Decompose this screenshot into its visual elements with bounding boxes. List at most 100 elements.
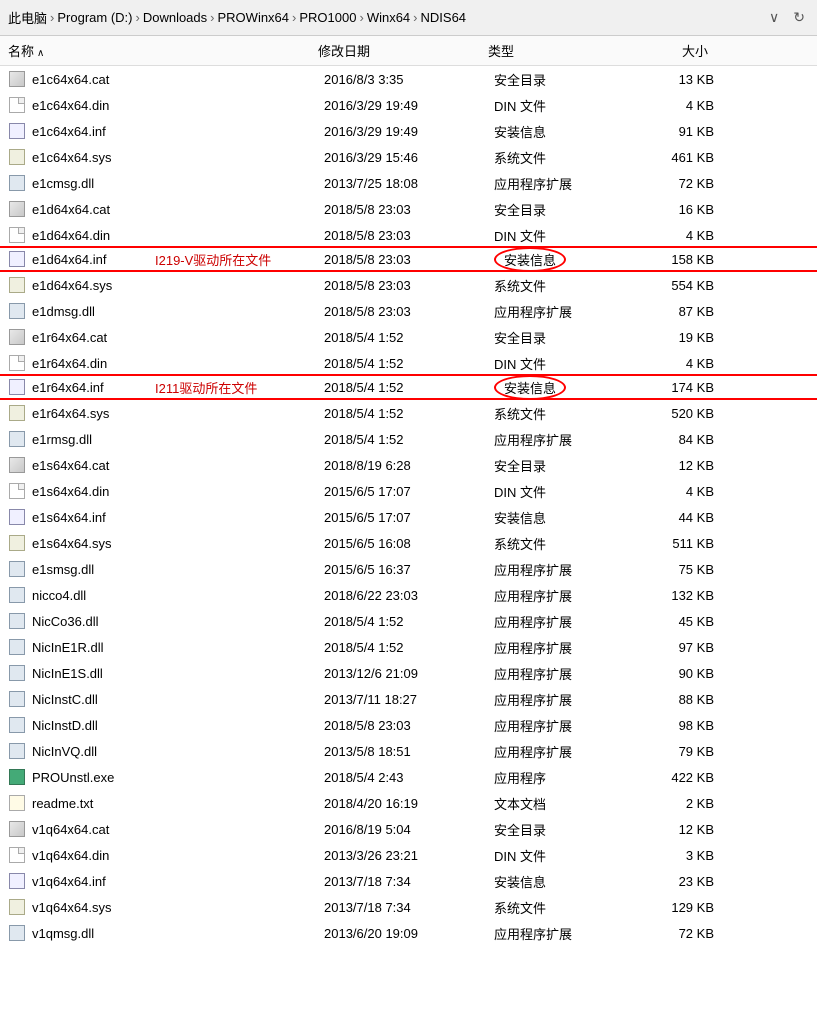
file-size: 174 KB bbox=[624, 380, 714, 395]
table-row[interactable]: e1d64x64.din2018/5/8 23:03DIN 文件4 KB bbox=[0, 222, 817, 248]
sep3: › bbox=[210, 10, 214, 25]
file-icon bbox=[8, 96, 26, 114]
refresh-button[interactable]: ↻ bbox=[789, 7, 809, 28]
file-size: 23 KB bbox=[624, 874, 714, 889]
file-type: 应用程序扩展 bbox=[494, 742, 624, 761]
file-date: 2013/5/8 18:51 bbox=[324, 744, 494, 759]
file-type: 应用程序 bbox=[494, 768, 624, 787]
table-row[interactable]: e1r64x64.cat2018/5/4 1:52安全目录19 KB bbox=[0, 324, 817, 350]
file-type: 安全目录 bbox=[494, 70, 624, 89]
file-date: 2018/5/4 1:52 bbox=[324, 330, 494, 345]
table-row[interactable]: v1q64x64.din2013/3/26 23:21DIN 文件3 KB bbox=[0, 842, 817, 868]
table-row[interactable]: e1c64x64.din2016/3/29 19:49DIN 文件4 KB bbox=[0, 92, 817, 118]
breadcrumb-ndis64[interactable]: NDIS64 bbox=[421, 10, 467, 25]
table-row[interactable]: e1d64x64.cat2018/5/8 23:03安全目录16 KB bbox=[0, 196, 817, 222]
file-size: 520 KB bbox=[624, 406, 714, 421]
file-icon bbox=[8, 664, 26, 682]
table-row[interactable]: v1q64x64.inf2013/7/18 7:34安装信息23 KB bbox=[0, 868, 817, 894]
table-row[interactable]: e1s64x64.sys2015/6/5 16:08系统文件511 KB bbox=[0, 530, 817, 556]
breadcrumb-drive[interactable]: Program (D:) bbox=[57, 10, 132, 25]
breadcrumb-downloads[interactable]: Downloads bbox=[143, 10, 207, 25]
file-icon bbox=[8, 872, 26, 890]
file-icon bbox=[8, 586, 26, 604]
file-name: v1q64x64.sys bbox=[32, 900, 324, 915]
table-row[interactable]: e1r64x64.sys2018/5/4 1:52系统文件520 KB bbox=[0, 400, 817, 426]
file-type: DIN 文件 bbox=[494, 354, 624, 373]
table-row[interactable]: PROUnstl.exe2018/5/4 2:43应用程序422 KB bbox=[0, 764, 817, 790]
file-name: e1r64x64.din bbox=[32, 356, 324, 371]
file-type: 文本文档 bbox=[494, 794, 624, 813]
file-icon bbox=[8, 482, 26, 500]
breadcrumb-winx64[interactable]: Winx64 bbox=[367, 10, 410, 25]
file-icon bbox=[8, 200, 26, 218]
file-date: 2018/5/4 1:52 bbox=[324, 432, 494, 447]
file-date: 2018/5/8 23:03 bbox=[324, 304, 494, 319]
file-type: 安装信息 bbox=[494, 122, 624, 141]
table-row[interactable]: e1smsg.dll2015/6/5 16:37应用程序扩展75 KB bbox=[0, 556, 817, 582]
table-row[interactable]: e1s64x64.din2015/6/5 17:07DIN 文件4 KB bbox=[0, 478, 817, 504]
col-header-size[interactable]: 大小 bbox=[618, 41, 708, 60]
file-name: readme.txt bbox=[32, 796, 324, 811]
file-size: 16 KB bbox=[624, 202, 714, 217]
file-date: 2018/5/4 1:52 bbox=[324, 614, 494, 629]
table-row[interactable]: e1dmsg.dll2018/5/8 23:03应用程序扩展87 KB bbox=[0, 298, 817, 324]
file-icon bbox=[8, 638, 26, 656]
col-header-name[interactable]: 名称∧ bbox=[8, 41, 318, 60]
file-type: DIN 文件 bbox=[494, 846, 624, 865]
table-row[interactable]: e1c64x64.cat2016/8/3 3:35安全目录13 KB bbox=[0, 66, 817, 92]
table-row[interactable]: v1q64x64.sys2013/7/18 7:34系统文件129 KB bbox=[0, 894, 817, 920]
file-type: 应用程序扩展 bbox=[494, 174, 624, 193]
file-date: 2018/5/4 1:52 bbox=[324, 356, 494, 371]
table-row[interactable]: e1c64x64.sys2016/3/29 15:46系统文件461 KB bbox=[0, 144, 817, 170]
table-row[interactable]: e1d64x64.sys2018/5/8 23:03系统文件554 KB bbox=[0, 272, 817, 298]
breadcrumb-pc[interactable]: 此电脑 bbox=[8, 8, 47, 27]
table-row[interactable]: e1s64x64.inf2015/6/5 17:07安装信息44 KB bbox=[0, 504, 817, 530]
table-row[interactable]: NicInVQ.dll2013/5/8 18:51应用程序扩展79 KB bbox=[0, 738, 817, 764]
file-name: e1d64x64.cat bbox=[32, 202, 324, 217]
col-header-type[interactable]: 类型 bbox=[488, 41, 618, 60]
table-row[interactable]: e1d64x64.inf2018/5/8 23:03安装信息158 KBI219… bbox=[0, 246, 817, 272]
table-row[interactable]: e1r64x64.din2018/5/4 1:52DIN 文件4 KB bbox=[0, 350, 817, 376]
file-name: NicCo36.dll bbox=[32, 614, 324, 629]
table-row[interactable]: e1s64x64.cat2018/8/19 6:28安全目录12 KB bbox=[0, 452, 817, 478]
table-row[interactable]: e1rmsg.dll2018/5/4 1:52应用程序扩展84 KB bbox=[0, 426, 817, 452]
file-list-container: e1c64x64.cat2016/8/3 3:35安全目录13 KBe1c64x… bbox=[0, 66, 817, 946]
table-row[interactable]: NicInstD.dll2018/5/8 23:03应用程序扩展98 KB bbox=[0, 712, 817, 738]
file-date: 2015/6/5 16:08 bbox=[324, 536, 494, 551]
file-date: 2018/5/8 23:03 bbox=[324, 202, 494, 217]
file-type: 应用程序扩展 bbox=[494, 664, 624, 683]
table-row[interactable]: NicCo36.dll2018/5/4 1:52应用程序扩展45 KB bbox=[0, 608, 817, 634]
file-date: 2013/7/18 7:34 bbox=[324, 874, 494, 889]
table-row[interactable]: nicco4.dll2018/6/22 23:03应用程序扩展132 KB bbox=[0, 582, 817, 608]
table-row[interactable]: NicInE1S.dll2013/12/6 21:09应用程序扩展90 KB bbox=[0, 660, 817, 686]
column-headers: 名称∧ 修改日期 类型 大小 bbox=[0, 36, 817, 66]
table-row[interactable]: v1q64x64.cat2016/8/19 5:04安全目录12 KB bbox=[0, 816, 817, 842]
table-row[interactable]: e1cmsg.dll2013/7/25 18:08应用程序扩展72 KB bbox=[0, 170, 817, 196]
file-name: NicInstD.dll bbox=[32, 718, 324, 733]
file-name: e1c64x64.cat bbox=[32, 72, 324, 87]
file-name: e1d64x64.sys bbox=[32, 278, 324, 293]
file-name: e1s64x64.din bbox=[32, 484, 324, 499]
col-header-date[interactable]: 修改日期 bbox=[318, 41, 488, 60]
file-type: 应用程序扩展 bbox=[494, 612, 624, 631]
file-name: NicInE1S.dll bbox=[32, 666, 324, 681]
table-row[interactable]: e1c64x64.inf2016/3/29 19:49安装信息91 KB bbox=[0, 118, 817, 144]
file-date: 2016/8/19 5:04 bbox=[324, 822, 494, 837]
table-row[interactable]: e1r64x64.inf2018/5/4 1:52安装信息174 KBI211驱… bbox=[0, 374, 817, 400]
file-size: 158 KB bbox=[624, 252, 714, 267]
breadcrumb-pro1000[interactable]: PRO1000 bbox=[299, 10, 356, 25]
file-date: 2013/12/6 21:09 bbox=[324, 666, 494, 681]
table-row[interactable]: NicInE1R.dll2018/5/4 1:52应用程序扩展97 KB bbox=[0, 634, 817, 660]
file-name: nicco4.dll bbox=[32, 588, 324, 603]
file-size: 75 KB bbox=[624, 562, 714, 577]
breadcrumb-prowinx64[interactable]: PROWinx64 bbox=[218, 10, 290, 25]
file-type: 安全目录 bbox=[494, 200, 624, 219]
table-row[interactable]: v1qmsg.dll2013/6/20 19:09应用程序扩展72 KB bbox=[0, 920, 817, 946]
file-size: 79 KB bbox=[624, 744, 714, 759]
table-row[interactable]: readme.txt2018/4/20 16:19文本文档2 KB bbox=[0, 790, 817, 816]
table-row[interactable]: NicInstC.dll2013/7/11 18:27应用程序扩展88 KB bbox=[0, 686, 817, 712]
file-size: 90 KB bbox=[624, 666, 714, 681]
dropdown-button[interactable]: ∨ bbox=[765, 7, 783, 28]
address-bar: 此电脑 › Program (D:) › Downloads › PROWinx… bbox=[0, 0, 817, 36]
file-name: NicInstC.dll bbox=[32, 692, 324, 707]
